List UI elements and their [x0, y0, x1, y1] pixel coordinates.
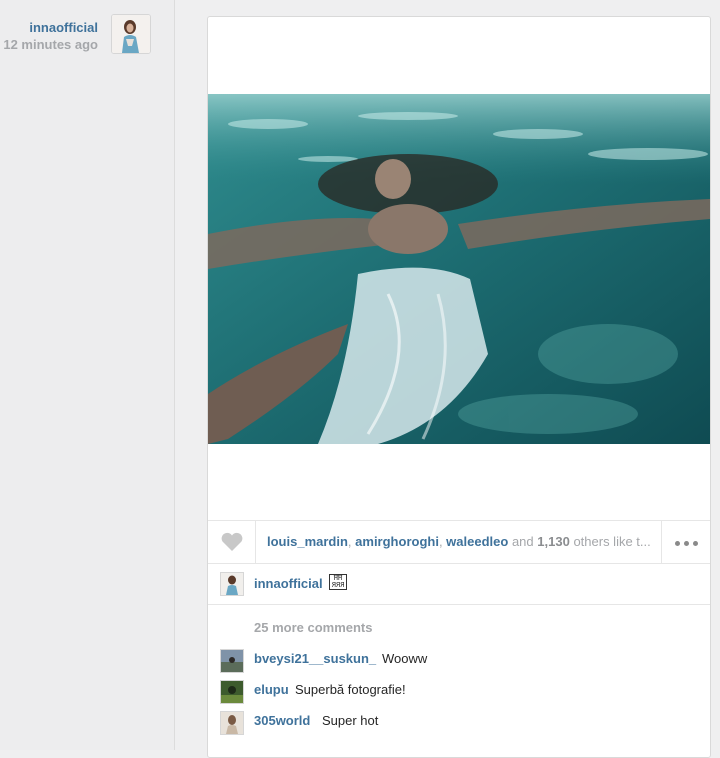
- comment-username[interactable]: elupu: [254, 682, 289, 697]
- likes-summary: louis_mardin, amirghoroghi, waleedleo an…: [267, 534, 651, 549]
- author-block: innaofficial 12 minutes ago: [0, 14, 160, 58]
- underwater-photo: [208, 94, 710, 444]
- avatar-image: [221, 712, 243, 734]
- actions-bar: louis_mardin, amirghoroghi, waleedleo an…: [208, 520, 710, 564]
- author-username[interactable]: innaofficial: [29, 20, 98, 35]
- more-comments-link[interactable]: 25 more comments: [254, 620, 373, 635]
- caption-glyph: ĦĦ ЯЯЯ: [329, 574, 347, 590]
- liker-link[interactable]: louis_mardin: [267, 534, 348, 549]
- avatar-image: [221, 650, 243, 672]
- caption-row: innaofficial ĦĦ ЯЯЯ: [208, 562, 710, 605]
- comment-item: bveysi21__suskun_ Wooww: [208, 647, 710, 673]
- left-rail: innaofficial 12 minutes ago: [0, 0, 175, 750]
- avatar-image: [221, 573, 243, 595]
- commenter-avatar[interactable]: [220, 649, 244, 673]
- ellipsis-icon: [673, 533, 700, 551]
- post-timestamp[interactable]: 12 minutes ago: [3, 37, 98, 52]
- comment-text: Super hot: [322, 713, 379, 728]
- comment-item: elupu Superbă fotografie!: [208, 678, 710, 704]
- likes-suffix: others like t...: [573, 534, 651, 549]
- comment-text: Superbă fotografie!: [295, 682, 406, 697]
- liker-link[interactable]: amirghoroghi: [355, 534, 439, 549]
- caption-avatar[interactable]: [220, 572, 244, 596]
- liker-link[interactable]: waleedleo: [446, 534, 508, 549]
- comment-text: Wooww: [382, 651, 428, 666]
- like-button[interactable]: [208, 521, 256, 563]
- commenter-avatar[interactable]: [220, 680, 244, 704]
- commenter-avatar[interactable]: [220, 711, 244, 735]
- more-options-button[interactable]: [661, 521, 710, 563]
- likes-and: and: [511, 534, 534, 549]
- caption-username[interactable]: innaofficial: [254, 576, 323, 591]
- comment-username[interactable]: 305world: [254, 713, 310, 728]
- post-card: louis_mardin, amirghoroghi, waleedleo an…: [207, 16, 711, 758]
- likes-count[interactable]: 1,130: [537, 534, 570, 549]
- author-avatar[interactable]: [111, 14, 151, 54]
- avatar-image: [221, 681, 243, 703]
- heart-icon: [221, 532, 242, 551]
- post-image[interactable]: [208, 94, 710, 444]
- comment-item: 305world Super hot: [208, 709, 710, 735]
- avatar-image: [112, 15, 150, 53]
- comment-username[interactable]: bveysi21__suskun_: [254, 651, 376, 666]
